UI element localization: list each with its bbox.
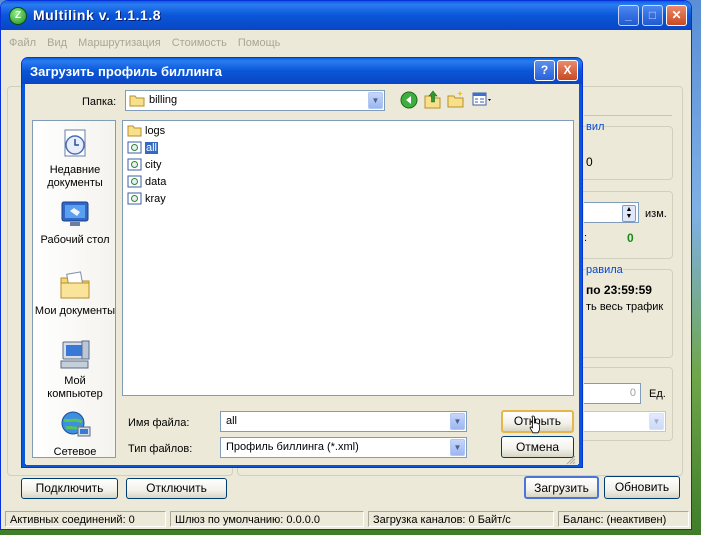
units-input[interactable]: 0 (584, 383, 641, 404)
place-label: Мой компьютер (47, 375, 103, 400)
xml-file-icon (127, 158, 142, 171)
folder-select[interactable]: billing ▼ (125, 90, 385, 111)
dialog-title-bar[interactable]: Загрузить профиль биллинга ? X (22, 58, 582, 84)
status-balance: Баланс: (неактивен) (558, 511, 689, 527)
status-gateway: Шлюз по умолчанию: 0.0.0.0 (170, 511, 364, 527)
rule-traffic: ть весь трафик (586, 301, 664, 313)
file-name: city (145, 159, 162, 171)
group-rules-label: вил (586, 121, 605, 133)
menu-cost[interactable]: Стоимость (168, 35, 231, 51)
measure-colon: : (584, 232, 588, 244)
connect-button[interactable]: Подключить (21, 478, 118, 499)
app-logo-icon: Z (9, 7, 27, 25)
back-icon[interactable] (400, 91, 418, 109)
mouse-cursor-icon (529, 415, 540, 434)
place-my-documents[interactable]: Мои документы (33, 268, 117, 318)
xml-file-icon (127, 175, 142, 188)
measure-spin[interactable]: ▲ ▼ (584, 202, 639, 223)
spin-updown-icon[interactable]: ▲ ▼ (622, 205, 636, 222)
file-list[interactable]: logs all city data kray (122, 120, 574, 396)
units-select-arrow-icon[interactable]: ▼ (649, 413, 664, 430)
filetype-label: Тип файлов: (128, 443, 193, 455)
xml-file-icon (127, 192, 142, 205)
maximize-button[interactable]: □ (642, 5, 663, 26)
refresh-button[interactable]: Обновить (604, 476, 680, 499)
rule-time: по 23:59:59 (586, 283, 652, 297)
place-my-computer[interactable]: Мой компьютер (33, 338, 117, 401)
place-label: Мои документы (34, 305, 116, 317)
load-button[interactable]: Загрузить (524, 476, 599, 499)
list-item-data[interactable]: data (127, 174, 166, 190)
dialog-close-button[interactable]: X (557, 60, 578, 81)
filetype-select[interactable]: Профиль биллинга (*.xml) ▼ (220, 437, 467, 458)
place-network[interactable]: Сетевое (33, 409, 117, 459)
close-button[interactable]: ✕ (666, 5, 687, 26)
rules-value: 0 (586, 155, 593, 169)
cancel-button[interactable]: Отмена (501, 436, 574, 458)
main-title-bar[interactable]: Z Multilink v. 1.1.1.8 _ □ ✕ (1, 1, 691, 30)
menu-view[interactable]: Вид (43, 35, 71, 51)
place-label: Недавние документы (47, 164, 103, 189)
menu-file[interactable]: Файл (5, 35, 40, 51)
dialog-title: Загрузить профиль биллинга (30, 64, 223, 79)
network-icon (61, 411, 91, 437)
up-folder-icon[interactable] (424, 90, 442, 109)
group-rule-label: равила (586, 264, 623, 276)
help-button[interactable]: ? (534, 60, 555, 81)
recent-documents-icon (64, 129, 86, 157)
window-title: Multilink v. 1.1.1.8 (33, 7, 162, 23)
my-documents-icon (60, 271, 90, 299)
menu-help[interactable]: Помощь (234, 35, 285, 51)
file-name: kray (145, 193, 166, 205)
desktop-icon (61, 201, 89, 226)
places-bar: Недавние документы Рабочий стол Мои доку… (32, 120, 116, 458)
disconnect-button[interactable]: Отключить (126, 478, 227, 499)
filename-label: Имя файла: (128, 417, 190, 429)
place-desktop[interactable]: Рабочий стол (33, 197, 117, 247)
file-name: all (145, 142, 159, 154)
list-item-all[interactable]: all (127, 140, 159, 156)
xml-file-icon (127, 141, 142, 154)
group-rules (576, 126, 673, 180)
open-file-dialog: Загрузить профиль биллинга ? X Папка: bi… (21, 57, 583, 468)
menu-routing[interactable]: Маршрутизация (74, 35, 165, 51)
my-computer-icon (60, 340, 90, 369)
filename-dropdown-arrow-icon[interactable]: ▼ (450, 413, 465, 430)
view-menu-icon[interactable] (472, 92, 494, 108)
filename-input[interactable]: all ▼ (220, 411, 467, 432)
folder-icon (127, 125, 142, 137)
folder-dropdown-arrow-icon[interactable]: ▼ (368, 92, 383, 109)
place-recent-documents[interactable]: Недавние документы (33, 127, 117, 190)
unit-ed: Ед. (649, 388, 666, 400)
panel-header-strip (584, 91, 672, 116)
menu-bar: Файл Вид Маршрутизация Стоимость Помощь (5, 35, 284, 53)
status-channels: Загрузка каналов: 0 Байт/с (368, 511, 554, 527)
folder-icon (129, 95, 145, 107)
measure-value: 0 (627, 231, 634, 245)
file-name: data (145, 176, 167, 188)
list-item-city[interactable]: city (127, 157, 162, 173)
place-label: Рабочий стол (40, 234, 110, 246)
filename-value: all (226, 415, 238, 427)
folder-label: Папка: (82, 96, 117, 108)
folder-value: billing (149, 94, 178, 106)
filetype-value: Профиль биллинга (*.xml) (226, 441, 359, 453)
file-name: logs (145, 125, 166, 137)
status-active-connections: Активных соединений: 0 (5, 511, 166, 527)
filetype-dropdown-arrow-icon[interactable]: ▼ (450, 439, 465, 456)
new-folder-icon[interactable] (447, 90, 465, 108)
list-item-kray[interactable]: kray (127, 191, 166, 207)
units-select[interactable]: ▼ (584, 411, 666, 432)
status-bar: Активных соединений: 0 Шлюз по умолчанию… (5, 509, 689, 529)
dialog-body: Папка: billing ▼ Недавние документы Рабо… (26, 84, 578, 465)
resize-grip-icon[interactable] (566, 455, 576, 465)
list-item-logs[interactable]: logs (127, 123, 165, 139)
minimize-button[interactable]: _ (618, 5, 639, 26)
unit-izm: изм. (645, 208, 667, 220)
place-label: Сетевое (53, 446, 97, 458)
